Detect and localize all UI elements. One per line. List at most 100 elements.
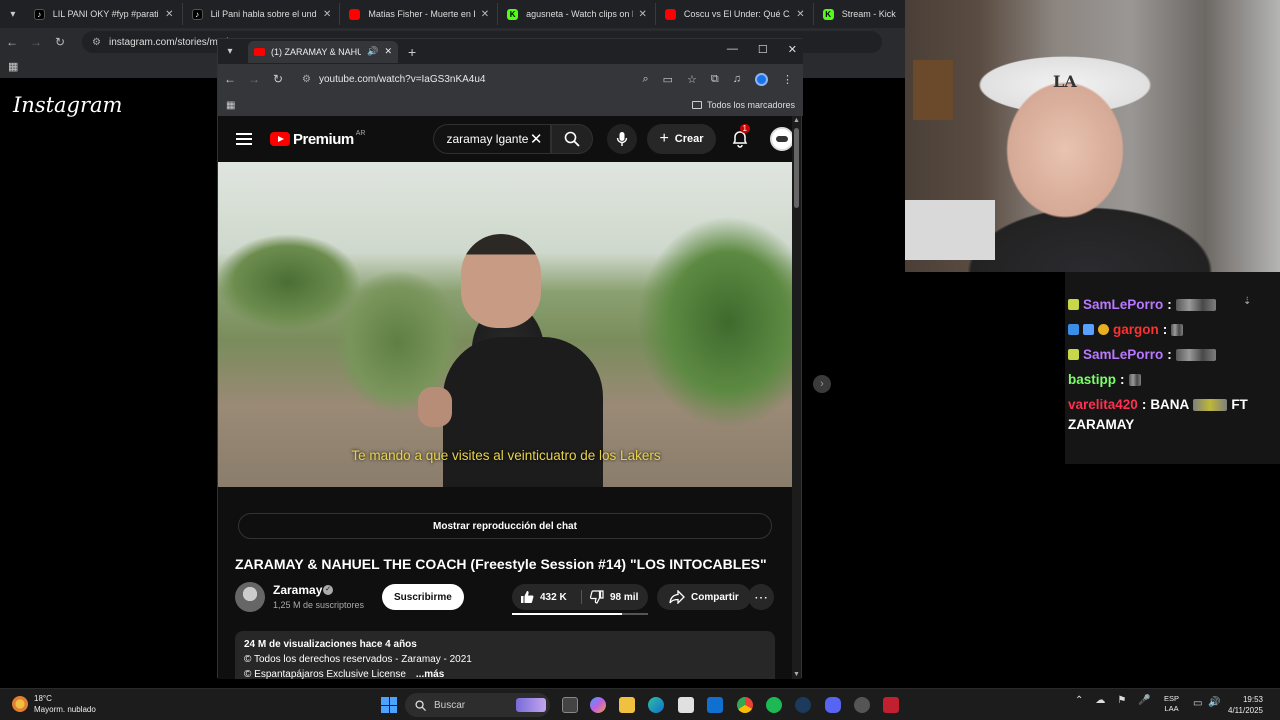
system-clock[interactable]: 19:53 4/11/2025	[1228, 694, 1263, 716]
weather-widget[interactable]: 18°C Mayorm. nublado	[12, 693, 96, 715]
display-icon[interactable]: ▭	[1193, 698, 1202, 709]
tray-overflow-icon[interactable]: ⌃	[1075, 695, 1083, 706]
close-tab-icon[interactable]: ✕	[796, 9, 804, 20]
story-next-icon[interactable]: ›	[813, 375, 831, 393]
apps-grid-icon[interactable]: ▦	[226, 100, 235, 111]
front-toolbar: ← → ↻ ⚙ youtube.com/watch?v=IaGS3nKA4u4 ⌕…	[218, 64, 803, 94]
forward-arrow-icon[interactable]: →	[242, 72, 266, 86]
instagram-logo[interactable]: Instagram	[13, 93, 122, 117]
close-tab-icon[interactable]: ✕	[384, 46, 392, 57]
close-tab-icon[interactable]: ✕	[165, 9, 173, 20]
youtube-icon	[349, 8, 361, 20]
search-button[interactable]	[551, 124, 594, 154]
media-controls-icon[interactable]: ♫	[733, 73, 741, 85]
microphone-icon[interactable]: 🎤	[1138, 695, 1150, 706]
forward-arrow-icon[interactable]: →	[24, 35, 48, 49]
language-code: ESP	[1164, 694, 1180, 703]
menu-dots-icon[interactable]: ⋮	[782, 73, 793, 86]
back-arrow-icon[interactable]: ←	[218, 72, 242, 86]
youtube-logo[interactable]: Premium AR	[270, 130, 365, 148]
browser-tab[interactable]: ♪ Lil Pani habla sobre el under _ ✕	[183, 3, 341, 25]
audio-playing-icon[interactable]: 🔊	[367, 46, 378, 57]
store-icon[interactable]	[678, 697, 694, 713]
copilot-icon[interactable]	[590, 697, 606, 713]
start-button[interactable]	[381, 697, 397, 713]
subscribe-button[interactable]: Suscribirme	[382, 584, 464, 610]
onedrive-icon[interactable]: ☁	[1095, 695, 1105, 706]
steam-icon[interactable]	[795, 697, 811, 713]
close-tab-icon[interactable]: ✕	[639, 9, 647, 20]
scrollbar-thumb[interactable]	[794, 128, 799, 208]
edge-icon[interactable]	[648, 697, 664, 713]
notifications-button[interactable]: 1	[730, 124, 752, 150]
language-indicator[interactable]: ESP LAA	[1164, 694, 1179, 714]
close-window-icon[interactable]: ✕	[788, 43, 797, 56]
minimize-icon[interactable]: —	[727, 43, 738, 56]
site-info-icon[interactable]: ⚙	[92, 37, 101, 48]
cast-icon[interactable]: ▭	[663, 73, 673, 86]
maximize-icon[interactable]: ☐	[758, 43, 768, 56]
search-icon	[565, 131, 581, 147]
browser-tab[interactable]: Matias Fisher - Muerte en Hallo ✕	[341, 3, 499, 25]
address-bar[interactable]: ⚙ youtube.com/watch?v=IaGS3nKA4u4	[294, 68, 594, 90]
file-explorer-icon[interactable]	[619, 697, 635, 713]
menu-icon[interactable]	[236, 130, 252, 148]
like-count: 432 K	[540, 591, 567, 603]
clear-search-icon[interactable]: ✕	[530, 130, 543, 148]
discord-icon[interactable]	[825, 697, 841, 713]
back-arrow-icon[interactable]: ←	[0, 35, 24, 49]
subscriber-count: 1,25 M de suscriptores	[273, 600, 365, 610]
chrome-icon[interactable]	[737, 697, 753, 713]
scroll-up-icon[interactable]: ▲	[793, 117, 800, 124]
task-view-icon[interactable]	[562, 697, 578, 713]
outlook-icon[interactable]	[707, 697, 723, 713]
tab-search-icon[interactable]: ▾	[218, 46, 242, 57]
all-bookmarks-button[interactable]: Todos los marcadores	[691, 100, 795, 110]
channel-avatar[interactable]	[235, 582, 265, 612]
more-actions-button[interactable]: ⋯	[748, 584, 774, 610]
site-info-icon[interactable]: ⚙	[302, 74, 311, 85]
browser-tab[interactable]: ♪ LIL PANI OKY #fyp #parati #oky ✕	[25, 3, 183, 25]
video-title: ZARAMAY & NAHUEL THE COACH (Freestyle Se…	[235, 556, 767, 572]
keyboard-layout: LAA	[1164, 704, 1179, 713]
extensions-icon[interactable]: ⧉	[711, 73, 719, 86]
apps-grid-icon[interactable]: ▦	[8, 60, 18, 73]
settings-icon[interactable]	[854, 697, 870, 713]
share-button[interactable]: Compartir	[657, 584, 751, 610]
search-input[interactable]: zaramay lgante ✕	[433, 124, 552, 154]
obs-record-icon[interactable]	[883, 697, 899, 713]
reload-icon[interactable]: ↻	[48, 35, 72, 49]
chat-separator: :	[1167, 347, 1172, 362]
channel-name[interactable]: Zaramay	[273, 583, 322, 597]
chat-emote	[1193, 398, 1228, 411]
close-tab-icon[interactable]: ✕	[323, 9, 331, 20]
create-button[interactable]: + Crear	[647, 124, 716, 154]
description-box[interactable]: 24 M de visualizaciones hace 4 años © To…	[235, 631, 775, 679]
tiktok-icon: ♪	[191, 8, 203, 20]
stream-chat-overlay: ⇣ SamLePorro: gargon: SamLePorro: bastip…	[1065, 272, 1280, 464]
reload-icon[interactable]: ↻	[266, 72, 290, 86]
like-button[interactable]: 432 K	[512, 590, 582, 604]
dislike-button[interactable]: 98 mil	[582, 590, 638, 604]
browser-tab[interactable]: Coscu vs El Under: Qué CARAJO ✕	[656, 3, 814, 25]
video-player[interactable]: Te mando a que visites al veinticuatro d…	[218, 162, 794, 487]
new-tab-icon[interactable]: +	[408, 44, 416, 60]
browser-tab[interactable]: Kagusneta - Watch clips on Kick ✕	[499, 3, 656, 25]
spotify-icon[interactable]	[766, 697, 782, 713]
tab-search-icon[interactable]: ▾	[0, 0, 26, 28]
voice-search-button[interactable]	[607, 124, 638, 154]
show-more-button[interactable]: ...más	[416, 669, 444, 679]
close-tab-icon[interactable]: ✕	[481, 9, 489, 20]
zoom-icon[interactable]: ⌕	[642, 73, 648, 86]
active-tab[interactable]: (1) ZARAMAY & NAHUEL TI 🔊 ✕	[248, 40, 398, 63]
page-scrollbar[interactable]: ▲ ▼	[792, 116, 801, 679]
bookmark-star-icon[interactable]: ☆	[687, 73, 697, 86]
volume-icon[interactable]: 🔊	[1208, 697, 1220, 708]
profile-icon[interactable]	[755, 72, 768, 86]
network-icon[interactable]: ⚑	[1117, 695, 1126, 706]
show-chat-replay-button[interactable]: Mostrar reproducción del chat	[238, 513, 772, 539]
account-avatar[interactable]	[769, 127, 794, 151]
taskbar-search[interactable]: Buscar	[405, 693, 550, 717]
scroll-down-icon[interactable]: ▼	[793, 671, 800, 678]
browser-tab[interactable]: K Stream - Kick Dash	[814, 3, 905, 25]
